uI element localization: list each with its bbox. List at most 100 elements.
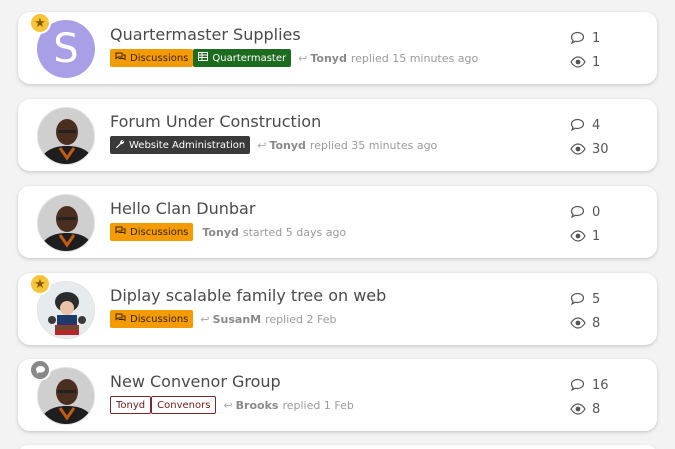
views-value: 30	[592, 141, 609, 157]
comment-icon	[570, 292, 592, 306]
activity-text: started 5 days ago	[242, 225, 347, 239]
avatar[interactable]	[37, 194, 95, 252]
topic-title[interactable]: Quartermaster Supplies	[110, 25, 301, 44]
activity-user[interactable]: Tonyd	[269, 139, 305, 152]
eye-icon	[570, 143, 592, 155]
avatar-container: ★	[29, 273, 95, 339]
views-count: 1	[570, 50, 640, 74]
last-activity: ↩ Tonyd replied 35 minutes ago	[257, 139, 437, 152]
activity-text: replied 1 Feb	[282, 398, 354, 412]
table-icon	[198, 52, 209, 64]
avatar-container	[29, 359, 95, 425]
avatar-container: S ★	[29, 12, 95, 78]
eye-icon	[570, 56, 592, 68]
topic-card[interactable]: S ★ Quartermaster Supplies Discussions Qu…	[18, 12, 657, 84]
tag-discussions[interactable]: Discussions	[110, 49, 194, 67]
comments-icon	[115, 52, 126, 65]
topic-stats: 5 8	[570, 287, 640, 335]
avatar[interactable]	[37, 107, 95, 165]
topic-card[interactable]: Hello Clan Dunbar Discussions Tonyd start…	[18, 186, 657, 258]
tag-discussions[interactable]: Discussions	[110, 223, 194, 241]
views-value: 8	[592, 401, 601, 417]
eye-icon	[570, 230, 592, 242]
comments-icon	[115, 313, 126, 326]
replies-value: 16	[592, 377, 609, 393]
comments-icon	[115, 226, 126, 239]
replies-count: 5	[570, 287, 640, 311]
tag-label: Tonyd	[116, 399, 146, 411]
tag-label: Quartermaster	[212, 52, 287, 64]
tag-label: Convenors	[157, 399, 211, 411]
wrench-icon	[115, 139, 125, 152]
activity-user[interactable]: Tonyd	[202, 226, 238, 239]
replies-value: 4	[592, 117, 601, 133]
replies-count: 16	[570, 373, 640, 397]
reply-icon: ↩	[298, 51, 308, 65]
topic-meta: Website Administration ↩ Tonyd replied 35 …	[110, 136, 437, 154]
topic-stats: 1 1	[570, 26, 640, 74]
tag-convenors[interactable]: Convenors	[151, 396, 217, 414]
tag-label: Discussions	[130, 226, 189, 238]
activity-user[interactable]: Tonyd	[310, 52, 346, 65]
reply-icon: ↩	[200, 312, 210, 326]
topic-stats: 4 30	[570, 113, 640, 161]
topic-stats: 0 1	[570, 200, 640, 248]
replies-count: 1	[570, 26, 640, 50]
comment-icon	[570, 378, 592, 392]
topic-card[interactable]: ★ Diplay scalable family tree on web Dis…	[18, 273, 657, 345]
replies-count: 4	[570, 113, 640, 137]
eye-icon	[570, 403, 592, 415]
topic-title[interactable]: New Convenor Group	[110, 372, 281, 391]
last-activity: ↩ Brooks replied 1 Feb	[223, 399, 353, 412]
views-count: 30	[570, 137, 640, 161]
reply-icon: ↩	[257, 138, 267, 152]
activity-text: replied 15 minutes ago	[350, 51, 479, 65]
tag-label: Discussions	[130, 313, 189, 325]
topic-title[interactable]: Diplay scalable family tree on web	[110, 286, 386, 305]
views-count: 8	[570, 397, 640, 421]
tag-label: Discussions	[130, 52, 189, 64]
activity-text: replied 35 minutes ago	[309, 138, 438, 152]
activity-text: replied 2 Feb	[265, 312, 337, 326]
topic-meta: Discussions Quartermaster ↩ Tonyd replied 1…	[110, 49, 478, 67]
replies-value: 0	[592, 204, 601, 220]
comment-icon	[570, 31, 592, 45]
replies-value: 1	[592, 30, 601, 46]
views-count: 1	[570, 224, 640, 248]
tag-quartermaster[interactable]: Quartermaster	[193, 49, 292, 67]
chat-bubble-icon	[29, 359, 51, 381]
views-count: 8	[570, 311, 640, 335]
activity-user[interactable]: SusanM	[213, 313, 262, 326]
topic-title[interactable]: Forum Under Construction	[110, 112, 321, 131]
topic-stats: 16 8	[570, 373, 640, 421]
topic-meta: Discussions ↩ SusanM replied 2 Feb	[110, 310, 337, 328]
reply-icon: ↩	[223, 398, 233, 412]
tag-tonyd[interactable]: Tonyd	[110, 396, 152, 414]
last-activity: ↩ Tonyd replied 15 minutes ago	[298, 52, 478, 65]
topic-card[interactable]: New Convenor Group Tonyd Convenors ↩ Brook…	[18, 359, 657, 431]
topic-meta: Tonyd Convenors ↩ Brooks replied 1 Feb	[110, 396, 354, 414]
avatar-letter: S	[53, 26, 79, 72]
topic-meta: Discussions Tonyd started 5 days ago	[110, 223, 346, 241]
views-value: 8	[592, 315, 601, 331]
topic-card-partial[interactable]	[18, 445, 657, 449]
avatar-container	[37, 194, 95, 252]
views-value: 1	[592, 54, 601, 70]
last-activity: Tonyd started 5 days ago	[202, 226, 346, 239]
comment-icon	[570, 118, 592, 132]
topic-card[interactable]: Forum Under Construction Website Adminis…	[18, 99, 657, 171]
avatar-container	[37, 107, 95, 165]
eye-icon	[570, 317, 592, 329]
activity-user[interactable]: Brooks	[236, 399, 279, 412]
tag-label: Website Administration	[129, 139, 246, 151]
tag-discussions[interactable]: Discussions	[110, 310, 194, 328]
views-value: 1	[592, 228, 601, 244]
comment-icon	[570, 205, 592, 219]
star-icon: ★	[29, 12, 51, 34]
last-activity: ↩ SusanM replied 2 Feb	[200, 313, 336, 326]
star-icon: ★	[29, 273, 51, 295]
replies-value: 5	[592, 291, 601, 307]
topic-title[interactable]: Hello Clan Dunbar	[110, 199, 255, 218]
tag-website-administration[interactable]: Website Administration	[110, 136, 251, 154]
replies-count: 0	[570, 200, 640, 224]
